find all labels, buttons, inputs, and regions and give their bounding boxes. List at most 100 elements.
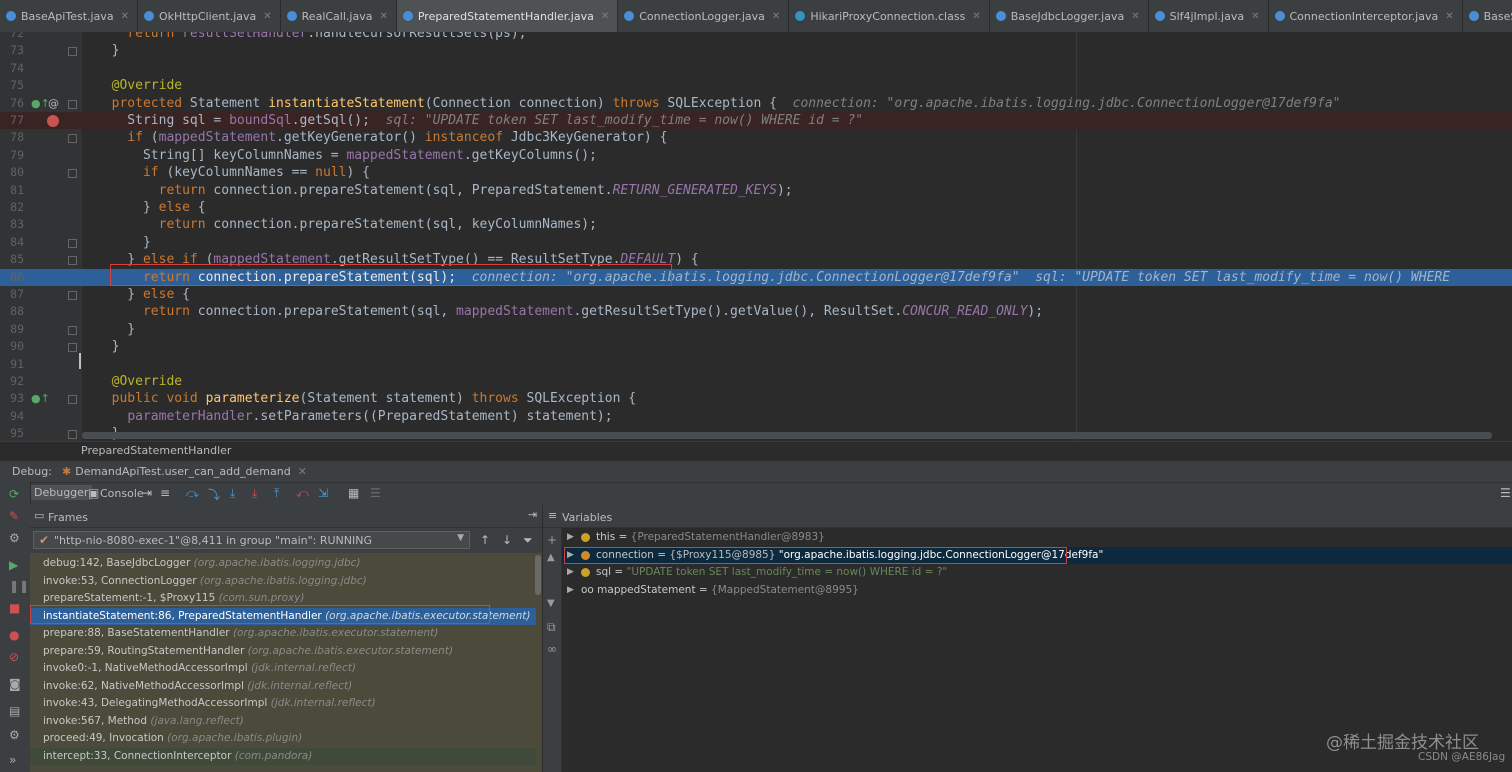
editor-tab[interactable]: RealCall.java ✕ — [281, 0, 397, 32]
line-number[interactable]: 84 — [0, 234, 24, 251]
editor-tab[interactable]: ConnectionLogger.java ✕ — [618, 0, 790, 32]
editor-tab[interactable]: Slf4jImpl.java ✕ — [1149, 0, 1269, 32]
code-text[interactable]: parameterHandler.setParameters((Prepared… — [96, 408, 612, 425]
arrow-down-icon[interactable]: ↓ — [502, 533, 512, 547]
close-icon[interactable]: ✕ — [1445, 11, 1453, 22]
stop-icon[interactable]: ■ — [9, 601, 20, 615]
expand-arrow-icon[interactable]: ▶ — [567, 564, 574, 582]
variable-row[interactable]: ▶ this = {PreparedStatementHandler@8983} — [562, 529, 1512, 547]
fold-marker-icon[interactable] — [68, 256, 77, 266]
stack-frame[interactable]: invoke:567, Method (java.lang.reflect) — [30, 713, 536, 731]
code-line[interactable]: 78 if (mappedStatement.getKeyGenerator()… — [0, 129, 1512, 146]
tab-console[interactable]: Console — [100, 487, 144, 500]
line-number[interactable]: 80 — [0, 164, 24, 181]
fold-marker-icon[interactable] — [68, 395, 77, 405]
stack-frame[interactable]: invoke:53, ConnectionLogger (org.apache.… — [30, 573, 536, 591]
code-line[interactable]: 77 String sql = boundSql.getSql(); sql: … — [0, 112, 1512, 130]
code-line[interactable]: 90 } — [0, 338, 1512, 355]
editor-tab[interactable]: BaseApiTest.java ✕ — [0, 0, 138, 32]
fold-marker-icon[interactable] — [68, 47, 77, 57]
resume-icon[interactable]: ▶ — [9, 558, 18, 572]
fold-marker-icon[interactable] — [68, 238, 77, 248]
close-icon[interactable]: ✕ — [1131, 11, 1139, 22]
code-line[interactable]: 81 return connection.prepareStatement(sq… — [0, 182, 1512, 199]
editor-tab[interactable]: BaseJdbcLogger.java ✕ — [990, 0, 1149, 32]
line-number[interactable]: 75 — [0, 77, 24, 94]
code-text[interactable]: return connection.prepareStatement(sql, … — [96, 216, 597, 233]
force-step-into-icon[interactable]: ⤓ — [252, 486, 257, 501]
frames-scrollbar[interactable] — [535, 555, 541, 595]
code-text[interactable]: return connection.prepareStatement(sql, … — [96, 182, 793, 199]
code-line[interactable]: 82 } else { — [0, 199, 1512, 216]
line-number[interactable]: 94 — [0, 408, 24, 425]
restore-icon[interactable]: ⇥ — [528, 508, 537, 521]
code-line[interactable]: 75 @Override — [0, 77, 1512, 94]
line-number[interactable]: 87 — [0, 286, 24, 303]
editor-tab[interactable]: HikariProxyConnection.class ✕ — [789, 0, 990, 32]
code-editor[interactable]: 72 return resultSetHandler.handleCursorR… — [0, 32, 1512, 441]
menu-icon[interactable]: ≡ — [160, 486, 170, 500]
restore-layout-icon[interactable]: ⇥ — [142, 486, 152, 500]
close-icon[interactable]: ✕ — [1251, 11, 1259, 22]
code-line[interactable]: 73 } — [0, 42, 1512, 59]
tab-debugger[interactable]: Debugger — [30, 485, 93, 500]
line-number[interactable]: 73 — [0, 42, 24, 59]
code-line[interactable]: 83 return connection.prepareStatement(sq… — [0, 216, 1512, 233]
code-text[interactable]: if (mappedStatement.getKeyGenerator() in… — [96, 129, 667, 146]
code-text[interactable]: String[] keyColumnNames = mappedStatemen… — [96, 147, 597, 164]
code-text[interactable]: protected Statement instantiateStatement… — [96, 95, 1341, 112]
evaluate-expression-icon[interactable]: ▦ — [348, 486, 359, 500]
close-icon[interactable]: ✕ — [263, 11, 271, 22]
line-number[interactable]: 91 — [0, 356, 24, 373]
line-number[interactable]: 86 — [0, 269, 24, 286]
menu-icon[interactable]: ≡ — [548, 509, 557, 522]
code-line[interactable]: 80 if (keyColumnNames == null) { — [0, 164, 1512, 181]
close-icon[interactable]: ✕ — [379, 11, 387, 22]
line-number[interactable]: 77 — [0, 112, 24, 129]
line-number[interactable]: 82 — [0, 199, 24, 216]
line-number[interactable]: 88 — [0, 303, 24, 320]
override-marker-icon[interactable]: ●↑ — [31, 390, 50, 407]
line-number[interactable]: 93 — [0, 390, 24, 407]
console-icon[interactable]: ▣ — [88, 486, 99, 500]
fold-marker-icon[interactable] — [68, 99, 77, 109]
fold-marker-icon[interactable] — [68, 325, 77, 335]
stack-frame[interactable]: intercept:33, ConnectionInterceptor (com… — [30, 747, 536, 765]
move-down-icon[interactable]: ▼ — [547, 598, 555, 609]
code-text[interactable]: } — [96, 234, 151, 251]
line-number[interactable]: 89 — [0, 321, 24, 338]
stack-frame[interactable]: invoke:62, NativeMethodAccessorImpl (jdk… — [30, 678, 536, 696]
close-icon[interactable]: ✕ — [298, 465, 307, 478]
chevron-down-icon[interactable]: ▼ — [457, 533, 464, 543]
fold-marker-icon[interactable] — [68, 343, 77, 353]
code-line[interactable]: 88 return connection.prepareStatement(sq… — [0, 303, 1512, 320]
camera-icon[interactable]: ◙ — [9, 677, 21, 691]
settings-gear-icon[interactable]: ⚙ — [9, 531, 20, 545]
line-number[interactable]: 72 — [0, 32, 24, 42]
code-line[interactable]: 72 return resultSetHandler.handleCursorR… — [0, 32, 1512, 42]
expand-arrow-icon[interactable]: ▶ — [567, 582, 574, 600]
code-line[interactable]: 89 } — [0, 321, 1512, 338]
code-text[interactable]: @Override — [96, 373, 182, 390]
gear-icon[interactable]: ⚙ — [9, 728, 20, 742]
editor-tab[interactable]: PreparedStatementHandler.java ✕ — [396, 0, 619, 32]
close-icon[interactable]: ✕ — [601, 11, 609, 22]
settings-menu-icon[interactable]: ☰ — [1500, 486, 1511, 500]
view-breakpoints-icon[interactable]: ● — [9, 628, 19, 642]
editor-tab[interactable]: ConnectionInterceptor.java ✕ — [1269, 0, 1463, 32]
horizontal-scrollbar[interactable] — [82, 432, 1492, 439]
stack-frame[interactable]: invoke0:-1, NativeMethodAccessorImpl (jd… — [30, 660, 536, 678]
close-icon[interactable]: ✕ — [121, 11, 129, 22]
variable-row[interactable]: ▶ sql = "UPDATE token SET last_modify_tim… — [562, 564, 1512, 582]
show-execution-point-icon[interactable]: ⤼ — [186, 486, 199, 501]
breadcrumb-class[interactable]: PreparedStatementHandler — [81, 444, 231, 457]
code-text[interactable]: } — [96, 338, 120, 355]
modify-run-config-icon[interactable]: ✎ — [9, 509, 19, 523]
code-line[interactable]: 93 public void parameterize(Statement st… — [0, 390, 1512, 407]
fold-marker-icon[interactable] — [68, 291, 77, 300]
expand-arrow-icon[interactable]: ▶ — [567, 529, 574, 547]
line-number[interactable]: 95 — [0, 425, 24, 441]
step-into-icon[interactable]: ⤓ — [230, 486, 235, 501]
code-text[interactable]: String sql = boundSql.getSql(); sql: "UP… — [96, 112, 863, 129]
code-line[interactable]: 92 @Override — [0, 373, 1512, 390]
